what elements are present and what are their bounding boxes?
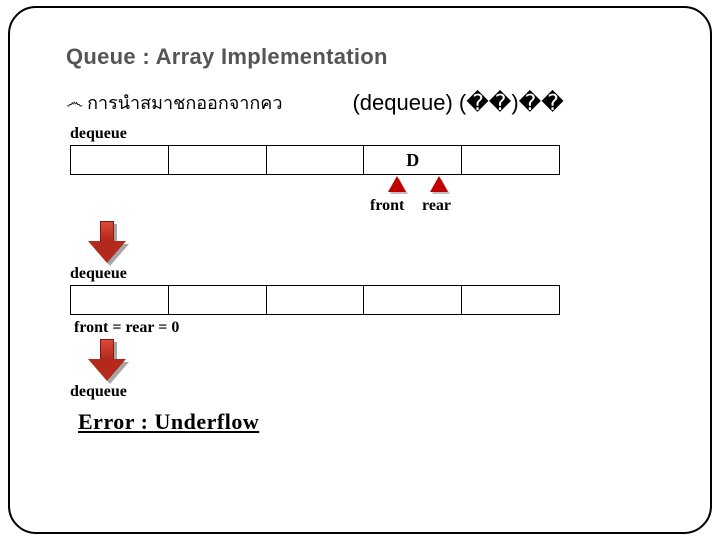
front-label: front (370, 197, 404, 215)
front-arrow-icon (388, 176, 406, 192)
step2-result: front = rear = 0 (74, 319, 654, 337)
step1-label: dequeue (70, 125, 654, 143)
rear-arrow-icon (430, 176, 448, 192)
step1-cell-2 (267, 145, 365, 175)
error-underflow: Error : Underflow (78, 409, 654, 435)
step2-array (70, 285, 560, 315)
rear-label: rear (422, 197, 451, 215)
step1-array: D (70, 145, 560, 175)
step2-cell-0 (70, 285, 169, 315)
thai-text: การนำสมาชกออกจากคว (87, 88, 282, 117)
step1-cell-3: D (364, 145, 462, 175)
step2-cell-2 (267, 285, 365, 315)
subtitle-row: ෴ การนำสมาชกออกจากคว (dequeue) (��)�� (66, 88, 654, 117)
swirl-icon: ෴ (66, 92, 83, 113)
step1-pointer-arrows (70, 175, 560, 197)
step2-cell-3 (364, 285, 462, 315)
down-arrow-icon (90, 221, 124, 263)
slide-frame: Queue : Array Implementation ෴ การนำสมาช… (8, 6, 712, 534)
dequeue-heading: (dequeue) (��)�� (352, 90, 563, 116)
transition-arrow-1 (90, 221, 654, 269)
down-arrow-icon (90, 339, 124, 381)
slide-title: Queue : Array Implementation (66, 44, 654, 70)
step2-cell-1 (169, 285, 267, 315)
step2-cell-4 (462, 285, 560, 315)
step1-pointer-labels: front rear (70, 197, 560, 219)
transition-arrow-2 (90, 339, 654, 387)
step1-cell-1 (169, 145, 267, 175)
step1-cell-0 (70, 145, 169, 175)
step1-cell-4 (462, 145, 560, 175)
